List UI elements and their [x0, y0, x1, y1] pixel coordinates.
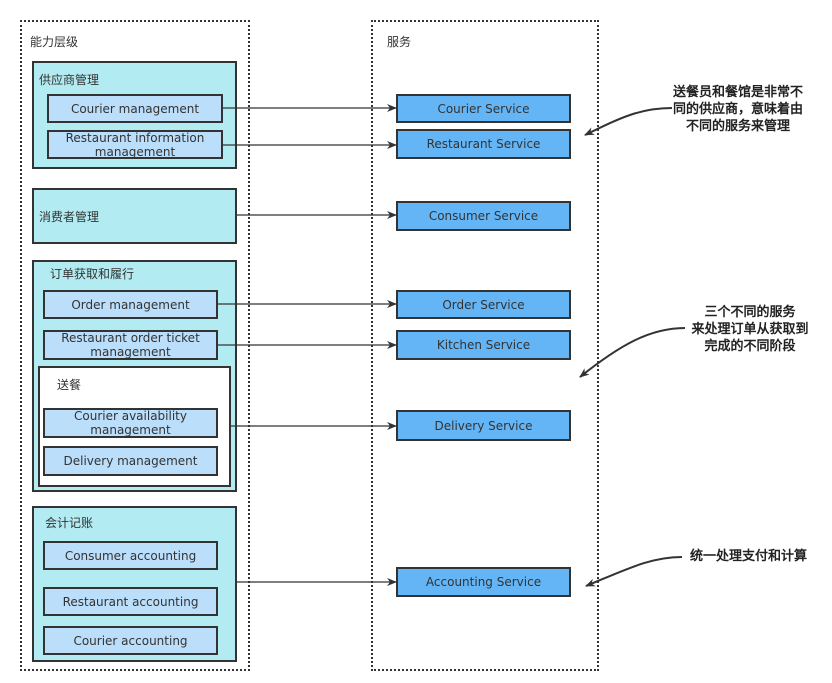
- annotation-arrow-order-stages: [579, 327, 686, 378]
- annotation-arrow-suppliers: [584, 107, 673, 136]
- connectors-layer: [218, 104, 686, 587]
- annotation-arrow-accounting: [585, 556, 683, 587]
- diagram-canvas: 能力层级 服务 供应商管理 Courier management Restaur…: [0, 0, 832, 683]
